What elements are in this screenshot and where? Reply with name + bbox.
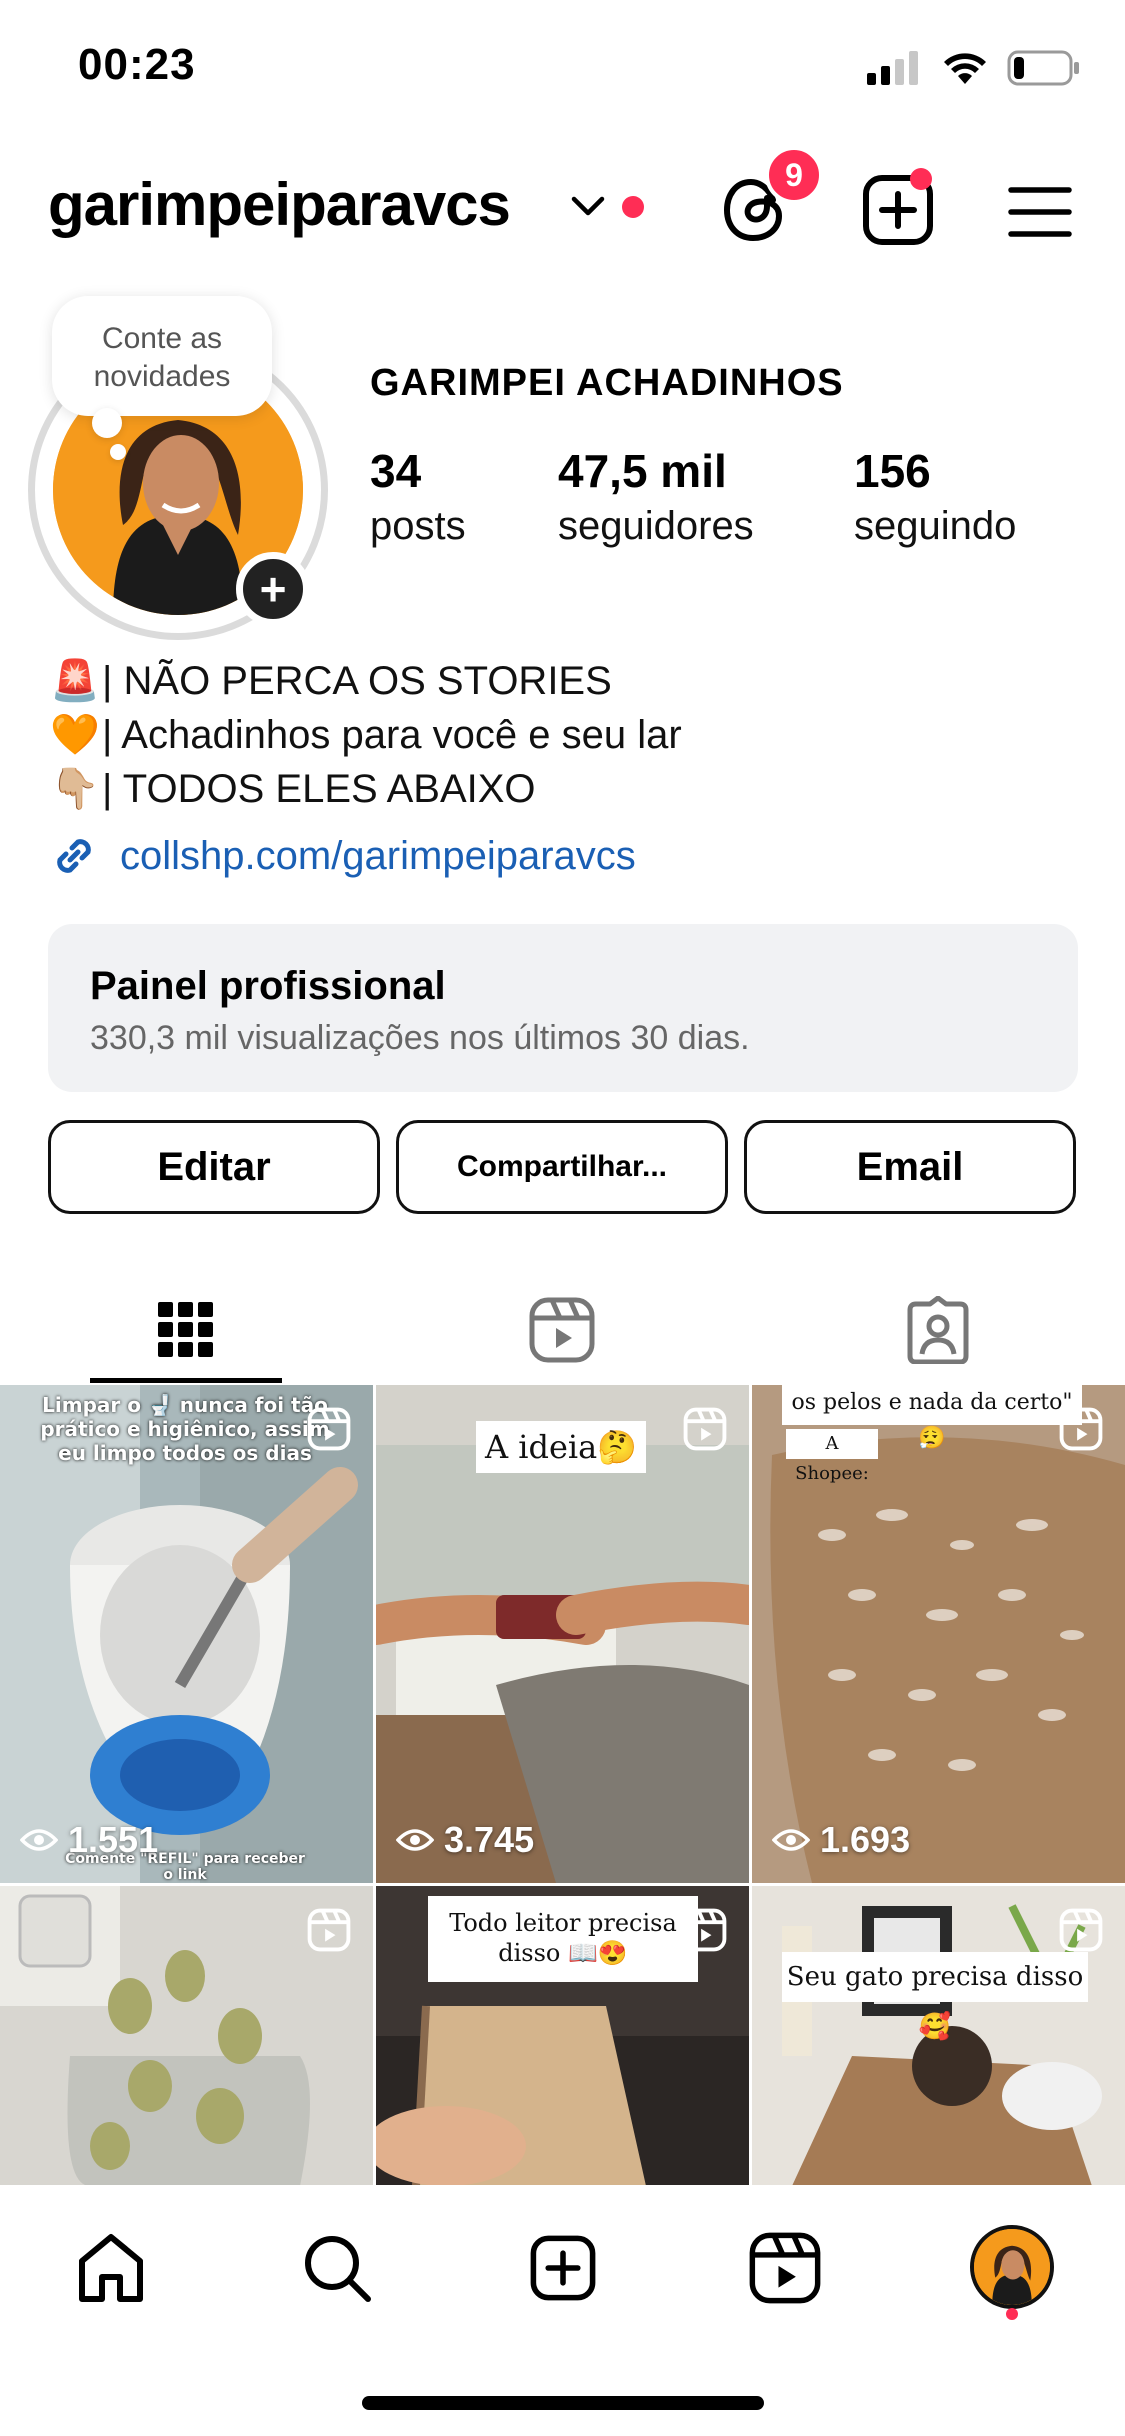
view-count-text: 1.693: [820, 1819, 911, 1860]
bio: 🚨 | NÃO PERCA OS STORIES 🧡 | Achadinhos …: [50, 654, 682, 816]
bio-text: | Achadinhos para você e seu lar: [102, 713, 682, 757]
eye-icon: [20, 1829, 58, 1851]
post-caption: Todo leitor precisa disso 📖😍: [428, 1896, 698, 1982]
bio-line: 👇🏼 | TODOS ELES ABAIXO: [50, 762, 682, 816]
threads-notification-badge: 9: [765, 146, 823, 204]
grid-post[interactable]: os pelos e nada da certo" 😮‍💨 A Shopee: …: [752, 1385, 1125, 1883]
link-text[interactable]: collshp.com/garimpeiparavcs: [120, 834, 636, 879]
post-caption-top: Limpar o 🚽 nunca foi tão prático e higiê…: [40, 1393, 330, 1465]
view-count: 1.693: [772, 1819, 910, 1861]
bio-line: 🧡 | Achadinhos para você e seu lar: [50, 708, 682, 762]
note-bubble[interactable]: Conte as novidades: [52, 296, 272, 416]
cellular-signal-icon: [867, 51, 918, 85]
posts-label: posts: [370, 504, 466, 548]
grid-icon: [158, 1302, 213, 1357]
account-notification-dot: [622, 196, 644, 218]
post-caption: os pelos e nada da certo" 😮‍💨: [782, 1385, 1082, 1451]
following-stat[interactable]: 156 seguindo: [854, 444, 1016, 549]
reel-badge-icon: [683, 1908, 727, 1952]
battery-icon: [1007, 50, 1079, 86]
bio-text: | NÃO PERCA OS STORIES: [102, 659, 612, 703]
siren-emoji: 🚨: [50, 659, 100, 703]
reels-icon: [529, 1297, 595, 1363]
post-caption-secondary: A Shopee:: [786, 1429, 878, 1484]
profile-link[interactable]: collshp.com/garimpeiparavcs: [48, 830, 636, 882]
reels-icon: [749, 2232, 821, 2304]
tagged-person-icon: [907, 1296, 969, 1364]
profile-header: garimpeiparavcs 9: [0, 146, 1125, 260]
email-button[interactable]: Email: [744, 1120, 1076, 1214]
nav-reels[interactable]: [740, 2223, 830, 2313]
eye-icon: [772, 1829, 810, 1851]
pointing-down-emoji: 👇🏼: [50, 767, 100, 811]
following-label: seguindo: [854, 504, 1017, 548]
share-profile-button[interactable]: Compartilhar...: [396, 1120, 728, 1214]
posts-grid: Limpar o 🚽 nunca foi tão prático e higiê…: [0, 1385, 1125, 2185]
professional-dashboard[interactable]: Painel profissional 330,3 mil visualizaç…: [48, 924, 1078, 1092]
tab-posts-grid[interactable]: [136, 1280, 236, 1380]
status-bar: 00:23: [0, 0, 1125, 140]
hamburger-menu-icon: [1008, 187, 1072, 237]
followers-label: seguidores: [558, 504, 754, 548]
edit-profile-button[interactable]: Editar: [48, 1120, 380, 1214]
username-switcher[interactable]: garimpeiparavcs: [48, 170, 511, 239]
menu-button[interactable]: [1005, 176, 1075, 246]
post-caption: Seu gato precisa disso 🥰: [782, 1952, 1088, 2042]
view-count-text: 1.551: [68, 1819, 159, 1860]
nav-profile-avatar[interactable]: [970, 2225, 1054, 2309]
pro-dashboard-subtitle: 330,3 mil visualizações nos últimos 30 d…: [90, 1019, 750, 1057]
following-count: 156: [854, 445, 931, 497]
status-icons: [867, 50, 1081, 86]
link-icon: [57, 839, 91, 873]
grid-post[interactable]: Todo leitor precisa disso 📖😍: [376, 1886, 749, 2185]
view-count: 3.745: [396, 1819, 534, 1861]
status-time: 00:23: [78, 40, 196, 89]
tab-tagged[interactable]: [888, 1280, 988, 1380]
reel-badge-icon: [1059, 1908, 1103, 1952]
grid-post[interactable]: Seu gato precisa disso 🥰: [752, 1886, 1125, 2185]
posts-count: 34: [370, 445, 422, 497]
wifi-icon: [944, 53, 986, 84]
view-count: 1.551: [20, 1819, 158, 1861]
bio-text: | TODOS ELES ABAIXO: [102, 767, 536, 811]
chevron-down-icon[interactable]: [570, 194, 606, 218]
note-bubble-tail-small: [110, 444, 126, 460]
posts-stat[interactable]: 34 posts: [370, 444, 466, 549]
pro-dashboard-title: Painel profissional: [90, 964, 446, 1008]
reel-badge-icon: [307, 1908, 351, 1952]
active-tab-indicator: [90, 1378, 282, 1383]
nav-home[interactable]: [66, 2223, 156, 2313]
reel-badge-icon: [1059, 1407, 1103, 1451]
grid-post[interactable]: Limpar o 🚽 nunca foi tão prático e higiê…: [0, 1385, 373, 1883]
search-icon: [305, 2236, 371, 2302]
nav-search[interactable]: [292, 2223, 382, 2313]
home-icon: [79, 2234, 143, 2302]
tab-reels[interactable]: [512, 1280, 612, 1380]
eye-icon: [396, 1829, 434, 1851]
orange-heart-emoji: 🧡: [50, 713, 100, 757]
nav-create[interactable]: [518, 2223, 608, 2313]
post-caption: A ideia🤔: [476, 1421, 646, 1473]
display-name: GARIMPEI ACHADINHOS: [370, 362, 844, 404]
home-indicator[interactable]: [362, 2396, 764, 2410]
grid-post[interactable]: [0, 1886, 373, 2185]
reel-badge-icon: [683, 1407, 727, 1451]
note-bubble-tail: [92, 408, 122, 438]
create-notification-dot: [910, 168, 932, 190]
add-story-button[interactable]: +: [236, 552, 310, 626]
bio-line: 🚨 | NÃO PERCA OS STORIES: [50, 654, 682, 708]
view-count-text: 3.745: [444, 1819, 535, 1860]
grid-post[interactable]: A ideia🤔 3.745: [376, 1385, 749, 1883]
reel-badge-icon: [307, 1407, 351, 1451]
profile-notification-dot: [1006, 2308, 1018, 2320]
profile-photo: [974, 2229, 1050, 2305]
add-square-icon: [530, 2235, 596, 2301]
followers-stat[interactable]: 47,5 mil seguidores: [558, 444, 754, 549]
followers-count: 47,5 mil: [558, 445, 727, 497]
